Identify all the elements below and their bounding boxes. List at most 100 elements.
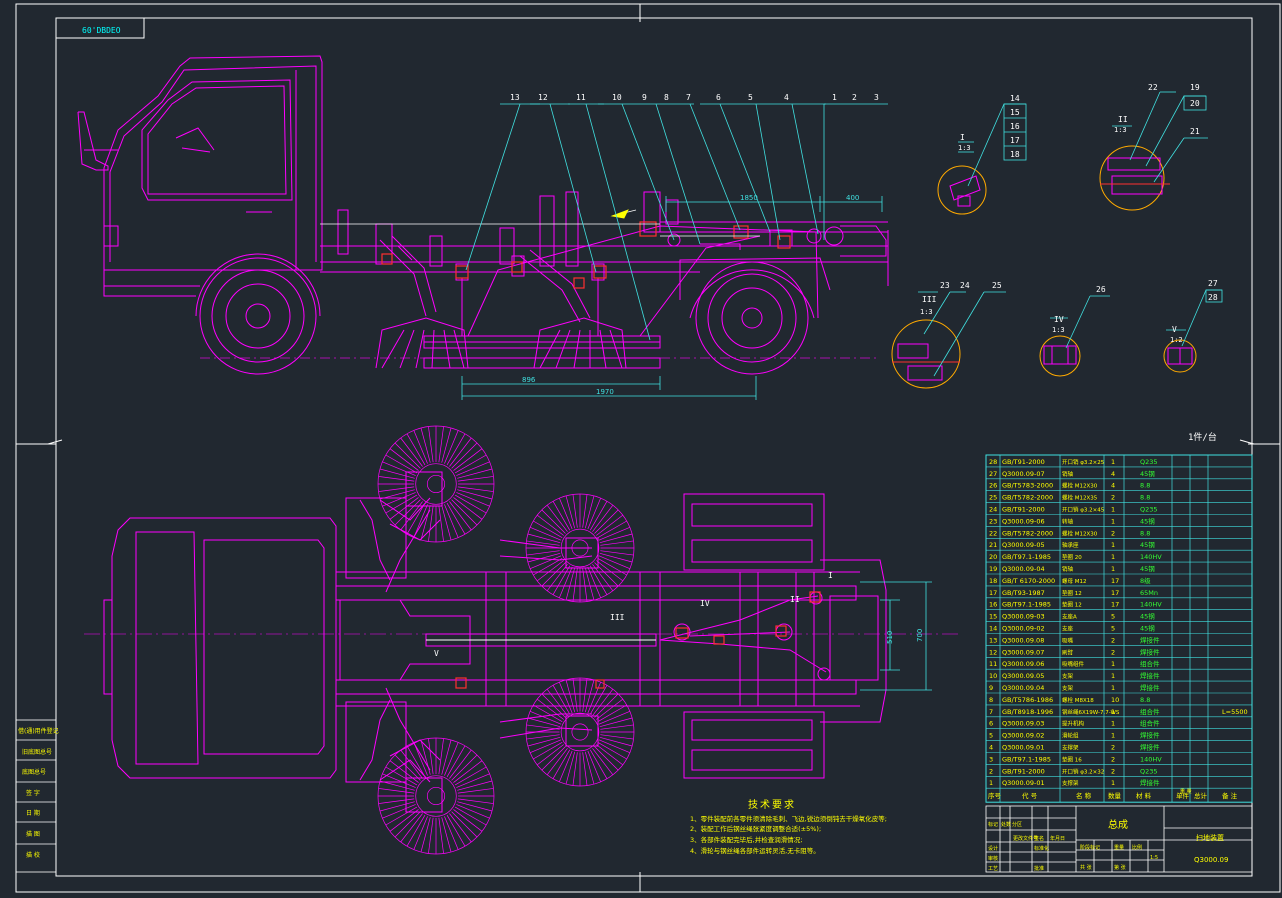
bom-code: Q3000.09-05 bbox=[1002, 541, 1045, 549]
title-name: 总成 bbox=[1108, 818, 1128, 831]
bom-row: 27 Q3000.09-07 销轴 4 45钢 bbox=[989, 470, 1155, 478]
bom-code: Q3000.09-07 bbox=[1002, 470, 1045, 478]
detail-I-scale: 1:3 bbox=[958, 144, 971, 152]
bom-name: 开口销 φ3.2×25 bbox=[1062, 458, 1105, 466]
dim-1850: 1850 bbox=[740, 194, 758, 202]
dim-896: 896 bbox=[522, 376, 536, 384]
bom-qty: 10 bbox=[1111, 696, 1119, 704]
bom-name: 销轴 bbox=[1062, 565, 1074, 573]
detail-III-callout-23: 23 bbox=[940, 281, 950, 290]
bom-no: 24 bbox=[989, 506, 997, 514]
tech-item-4: 4、滑轮与钢丝绳各部件运转灵活,无卡阻等。 bbox=[690, 846, 820, 855]
bom-name: 支撑架 bbox=[1062, 744, 1079, 752]
bom-no: 18 bbox=[989, 577, 997, 585]
title-grid-14: 共 张 bbox=[1080, 864, 1092, 871]
detail-II-roman: II bbox=[1118, 115, 1128, 124]
bom-mat: 45钢 bbox=[1140, 517, 1155, 525]
bom-no: 26 bbox=[989, 482, 997, 490]
title-grid-13: 比例 bbox=[1132, 844, 1142, 851]
bom-code: Q3000.09-03 bbox=[1002, 613, 1045, 621]
bom-mat: 组合件 bbox=[1140, 707, 1160, 716]
bom-row: 9 Q3000.09.04 支架 1 焊接件 bbox=[989, 683, 1160, 692]
bom-name: 垫圈 12 bbox=[1062, 601, 1082, 609]
bom-no: 25 bbox=[989, 494, 997, 502]
bom-name: 轴承座 bbox=[1062, 541, 1079, 549]
left-strip-3: 签 字 bbox=[26, 789, 40, 797]
bom-name: 支撑架 bbox=[1062, 779, 1079, 787]
bom-row: 20 GB/T97.1-1985 垫圈 20 1 140HV bbox=[989, 553, 1162, 561]
bom-row: 2 GB/T91-2000 开口销 φ3.2×32 2 Q235 bbox=[989, 767, 1158, 775]
detail-I-callout-17: 17 bbox=[1010, 136, 1020, 145]
bom-qty: 1 bbox=[1111, 708, 1115, 716]
bom-header-cell: 序号 bbox=[988, 791, 1002, 800]
bom-mat: Q235 bbox=[1140, 767, 1158, 775]
bom-code: GB/T91-2000 bbox=[1002, 458, 1045, 466]
bom-no: 19 bbox=[989, 565, 997, 573]
bom-mat: 140HV bbox=[1140, 755, 1162, 763]
bom-name: 刷臂 bbox=[1062, 648, 1074, 656]
bom-code: GB/T97.1-1985 bbox=[1002, 755, 1051, 763]
callout-5: 5 bbox=[748, 93, 753, 102]
detail-III-scale: 1:3 bbox=[920, 308, 933, 316]
bom-code: GB/T97.1-1985 bbox=[1002, 553, 1051, 561]
bom-name: 转轴 bbox=[1062, 517, 1074, 525]
bom-code: GB/T91-2000 bbox=[1002, 506, 1045, 514]
callout-9: 9 bbox=[642, 93, 647, 102]
bom-mat: 8级 bbox=[1140, 576, 1151, 585]
bom-qty: 1 bbox=[1111, 517, 1115, 525]
callout-1: 1 bbox=[832, 93, 837, 102]
title-grid-10: 批准 bbox=[1034, 865, 1044, 872]
bom-code: GB/T5783-2000 bbox=[1002, 482, 1053, 490]
bom-code: GB/T5782-2000 bbox=[1002, 529, 1053, 537]
bom-row: 11 Q3000.09.06 吸嘴组件 1 组合件 bbox=[989, 659, 1160, 668]
bom-qty: 1 bbox=[1111, 565, 1115, 573]
bom-qty: 2 bbox=[1111, 744, 1115, 752]
detail-IV-callout-26: 26 bbox=[1096, 285, 1106, 294]
bom-row: 18 GB/T 6170-2000 螺母 M12 17 8级 bbox=[989, 576, 1151, 585]
bom-qty: 1 bbox=[1111, 458, 1115, 466]
bom-mat: Q235 bbox=[1140, 458, 1158, 466]
bom-no: 12 bbox=[989, 648, 997, 656]
bom-code: Q3000.09.08 bbox=[1002, 636, 1044, 644]
bom-row: 15 Q3000.09-03 支座A 5 45钢 bbox=[989, 613, 1155, 621]
technical-requirements: 技术要求 1、零件装配前各零件须清除毛刺、飞边,锐边须倒钝去干燥氧化皮等; 2、… bbox=[690, 798, 887, 855]
bom-code: Q3000.09-04 bbox=[1002, 565, 1045, 573]
bom-qty: 1 bbox=[1111, 660, 1115, 668]
detail-II-scale: 1:3 bbox=[1114, 126, 1127, 134]
dim-1970: 1970 bbox=[596, 388, 614, 396]
bom-no: 9 bbox=[989, 684, 993, 692]
bom-header-cell: 备 注 bbox=[1222, 791, 1238, 800]
cad-drawing-canvas: 60'DBDEO 13 12 11 10 9 8 7 6 5 4 1 2 3 1… bbox=[15, 3, 1281, 893]
bom-qty: 2 bbox=[1111, 529, 1115, 537]
bom-code: Q3000.09.04 bbox=[1002, 684, 1044, 692]
bom-no: 10 bbox=[989, 672, 997, 680]
top-label-V: V bbox=[434, 649, 439, 658]
bom-code: GB/T97.1-1985 bbox=[1002, 601, 1051, 609]
title-grid-0: 标记 bbox=[988, 821, 998, 828]
top-brush bbox=[377, 425, 495, 543]
bom-qty: 2 bbox=[1111, 648, 1115, 656]
detail-II-callout-21: 21 bbox=[1190, 127, 1200, 136]
bom-row: 14 Q3000.09-02 支座 5 45钢 bbox=[989, 625, 1155, 633]
title-code: Q3000.09 bbox=[1194, 856, 1228, 864]
title-grid-7: 标准化 bbox=[1034, 845, 1049, 852]
bom-mat: 65Mn bbox=[1140, 589, 1158, 597]
bom-header-cell: 名 称 bbox=[1076, 791, 1092, 800]
detail-I-callout-16: 16 bbox=[1010, 122, 1020, 131]
dim-510: 510 bbox=[886, 631, 894, 644]
top-view-labels: V III IV II I 510 700 bbox=[434, 571, 924, 658]
bom-qty: 1 bbox=[1111, 553, 1115, 561]
bom-no: 6 bbox=[989, 720, 993, 728]
title-grid-1: 处数 bbox=[1001, 821, 1011, 828]
title-grid-15: 第 张 bbox=[1114, 864, 1126, 871]
bom-mat: 8.8 bbox=[1140, 529, 1150, 537]
bom-no: 21 bbox=[989, 541, 997, 549]
tech-title: 技术要求 bbox=[748, 798, 796, 811]
bom-no: 20 bbox=[989, 553, 997, 561]
bom-code: GB/T5782-2000 bbox=[1002, 494, 1053, 502]
bom-no: 23 bbox=[989, 517, 997, 525]
detail-I-roman: I bbox=[960, 133, 965, 142]
drawing-code: 60'DBDEO bbox=[82, 26, 121, 35]
detail-III-callout-25: 25 bbox=[992, 281, 1002, 290]
bom-mat: 8.8 bbox=[1140, 696, 1150, 704]
